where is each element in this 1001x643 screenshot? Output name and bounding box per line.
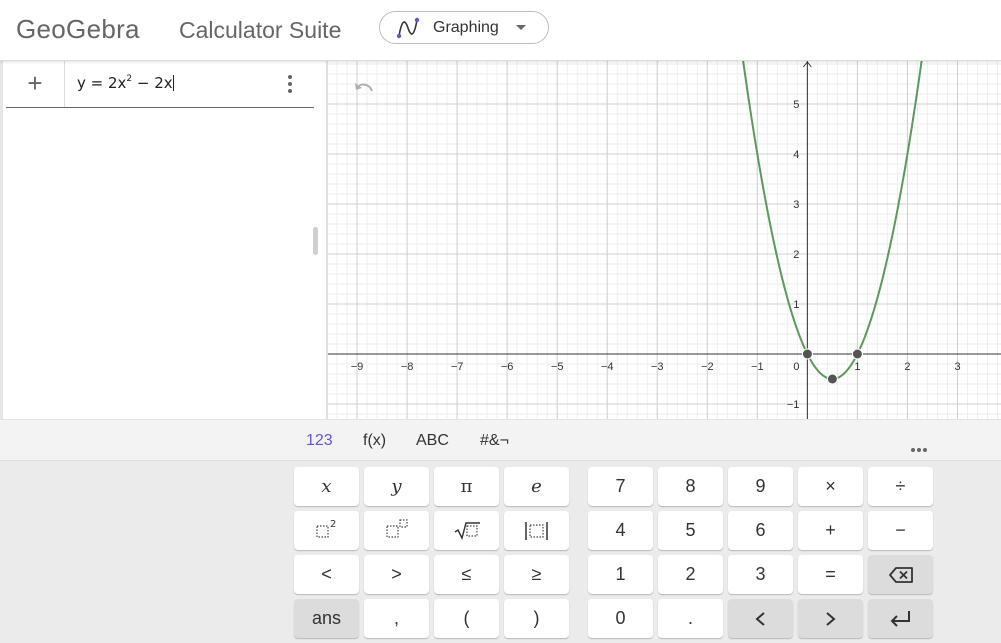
key-3[interactable]: 3: [728, 555, 793, 594]
x-tick-label: −1: [751, 361, 764, 373]
tab-letters[interactable]: ABC: [416, 432, 449, 450]
key-times[interactable]: ×: [798, 467, 863, 506]
y-tick-label: −1: [787, 399, 800, 411]
key-right-paren[interactable]: ): [504, 599, 569, 638]
svg-text:2: 2: [330, 519, 336, 530]
expression-input[interactable]: y = 2x2 − 2x: [77, 74, 174, 92]
app-picker-dropdown[interactable]: Graphing: [379, 11, 549, 44]
key-6[interactable]: 6: [728, 511, 793, 550]
key-minus[interactable]: −: [868, 511, 933, 550]
graphics-view[interactable]: −9 −8 −7 −6 −5 −4 −3 −2 −1 0 1 2 3 5 4 3 2 1 −1: [328, 61, 1001, 419]
sqrt-icon: [454, 522, 480, 540]
key-0[interactable]: 0: [588, 599, 653, 638]
key-pi[interactable]: π: [434, 467, 499, 506]
panel-divider[interactable]: [326, 61, 328, 419]
x-tick-label: −4: [601, 361, 614, 373]
y-tick-label: 5: [793, 99, 799, 111]
key-divide[interactable]: ÷: [868, 467, 933, 506]
expression-tail: − 2x: [132, 74, 173, 92]
app-picker-label: Graphing: [433, 19, 499, 36]
key-9[interactable]: 9: [728, 467, 793, 506]
chevron-down-icon: [516, 25, 526, 30]
key-left-paren[interactable]: (: [434, 599, 499, 638]
key-2[interactable]: 2: [658, 555, 723, 594]
x-tick-label: −7: [451, 361, 464, 373]
key-4[interactable]: 4: [588, 511, 653, 550]
graphing-app-icon: [396, 17, 420, 39]
x-tick-label: −6: [501, 361, 514, 373]
panel-resize-handle[interactable]: [313, 227, 318, 255]
key-7[interactable]: 7: [588, 467, 653, 506]
y-tick-label: 4: [793, 149, 799, 161]
point-root-1: [801, 348, 813, 360]
x-tick-label: 2: [904, 361, 910, 373]
key-y[interactable]: y: [364, 467, 429, 506]
key-sqrt[interactable]: [434, 511, 499, 550]
suite-title: Calculator Suite: [179, 17, 342, 43]
key-comma[interactable]: ,: [364, 599, 429, 638]
key-enter[interactable]: [868, 599, 933, 638]
y-tick-label: 1: [793, 299, 799, 311]
algebra-input-row[interactable]: + y = 2x2 − 2x: [6, 61, 314, 108]
backspace-icon: [889, 567, 913, 583]
power-icon: [386, 519, 408, 538]
text-cursor: [172, 75, 174, 91]
keyboard-tab-bar: 123 f(x) ABC #&¬: [0, 419, 1001, 461]
x-tick-label: 3: [954, 361, 960, 373]
x-tick-label: −5: [551, 361, 564, 373]
arrow-right-icon: [826, 612, 836, 626]
key-less-equal[interactable]: ≤: [434, 555, 499, 594]
key-cursor-left[interactable]: [728, 599, 793, 638]
key-e[interactable]: e: [504, 467, 569, 506]
enter-icon: [890, 611, 910, 627]
x-tick-label: −3: [651, 361, 664, 373]
add-item-button[interactable]: +: [6, 61, 65, 107]
abs-icon: [525, 522, 548, 540]
key-backspace[interactable]: [868, 555, 933, 594]
more-vertical-icon[interactable]: [284, 75, 296, 95]
key-equals[interactable]: =: [798, 555, 863, 594]
square-icon: 2: [316, 519, 336, 538]
x-tick-label: −2: [701, 361, 714, 373]
tab-functions[interactable]: f(x): [363, 432, 386, 450]
undo-icon[interactable]: [352, 79, 376, 99]
x-tick-label: −9: [351, 361, 364, 373]
more-horizontal-icon[interactable]: [911, 439, 931, 452]
virtual-keyboard: x y π e 7 8 9 × ÷ 2 4 5 6 + − < > ≤ ≥ 1 …: [0, 461, 1001, 643]
key-8[interactable]: 8: [658, 467, 723, 506]
geogebra-logo: GeoGebra: [16, 14, 140, 44]
x-tick-label: 0: [793, 361, 799, 373]
point-root-2: [851, 348, 863, 360]
algebra-panel: + y = 2x2 − 2x: [0, 61, 326, 419]
arrow-left-icon: [755, 612, 765, 626]
key-plus[interactable]: +: [798, 511, 863, 550]
key-less-than[interactable]: <: [294, 555, 359, 594]
key-cursor-right[interactable]: [798, 599, 863, 638]
x-tick-label: 1: [854, 361, 860, 373]
function-curve: [742, 61, 923, 380]
app-header: GeoGebra Calculator Suite Graphing: [0, 0, 1001, 61]
key-x[interactable]: x: [294, 467, 359, 506]
tab-numbers[interactable]: 123: [306, 432, 333, 450]
graph-canvas[interactable]: −9 −8 −7 −6 −5 −4 −3 −2 −1 0 1 2 3 5 4 3 2 1 −1: [328, 61, 1001, 419]
key-decimal[interactable]: .: [658, 599, 723, 638]
key-5[interactable]: 5: [658, 511, 723, 550]
expression-main: y = 2x: [77, 74, 127, 92]
key-greater-equal[interactable]: ≥: [504, 555, 569, 594]
key-1[interactable]: 1: [588, 555, 653, 594]
key-greater-than[interactable]: >: [364, 555, 429, 594]
key-abs[interactable]: [504, 511, 569, 550]
y-tick-label: 2: [793, 249, 799, 261]
key-ans[interactable]: ans: [294, 599, 359, 638]
key-square[interactable]: 2: [294, 511, 359, 550]
y-tick-label: 3: [793, 199, 799, 211]
point-vertex: [826, 373, 838, 385]
key-power[interactable]: [364, 511, 429, 550]
tab-symbols[interactable]: #&¬: [480, 432, 509, 450]
x-tick-label: −8: [401, 361, 414, 373]
